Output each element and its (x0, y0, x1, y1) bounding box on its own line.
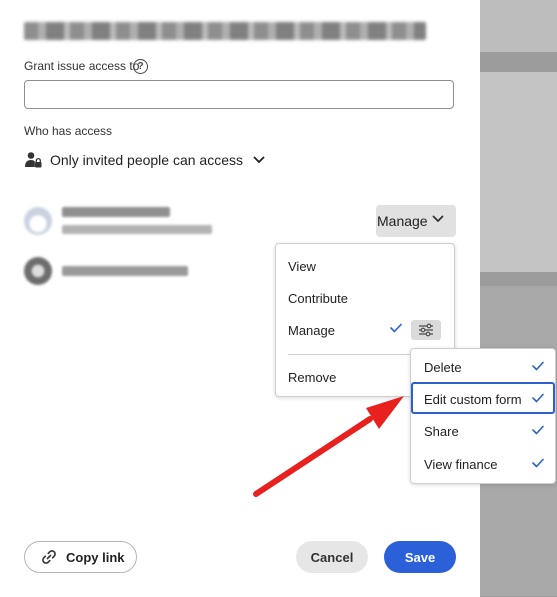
backdrop-panel (480, 72, 557, 272)
role-option-contribute[interactable]: Contribute (288, 291, 348, 306)
checkmark-icon (390, 323, 402, 333)
help-icon[interactable]: ? (133, 59, 148, 74)
access-mode-selector[interactable]: Only invited people can access (24, 150, 265, 170)
chevron-down-icon (253, 156, 265, 163)
checkmark-icon (532, 458, 544, 468)
role-option-manage[interactable]: Manage (288, 323, 335, 338)
grant-access-label: Grant issue access to (24, 59, 140, 73)
grant-access-input[interactable] (24, 80, 454, 109)
who-has-access-label: Who has access (24, 124, 113, 138)
link-icon (42, 550, 56, 564)
checkmark-icon (532, 425, 544, 435)
permission-view-finance[interactable]: View finance (424, 457, 497, 472)
cancel-button[interactable]: Cancel (296, 541, 368, 573)
permission-edit-custom-form[interactable]: Edit custom form (424, 392, 522, 407)
copy-link-button[interactable]: Copy link (24, 541, 137, 573)
person-email-redacted (62, 266, 188, 276)
permission-share[interactable]: Share (424, 424, 459, 439)
role-dropdown-button[interactable]: Manage (376, 205, 456, 237)
save-button[interactable]: Save (384, 541, 456, 573)
person-name-redacted (62, 207, 170, 217)
sliders-icon (419, 323, 433, 337)
person-email-redacted (62, 225, 212, 234)
chevron-down-icon (432, 215, 444, 222)
checkmark-icon (532, 393, 544, 403)
backdrop-panel (480, 0, 557, 52)
dialog-title-redacted (24, 22, 426, 40)
share-dialog: Grant issue access to ? Who has access O… (0, 0, 480, 597)
avatar (24, 257, 52, 285)
copy-link-label: Copy link (66, 549, 125, 565)
permission-delete[interactable]: Delete (424, 360, 462, 375)
lock-person-icon (25, 152, 42, 168)
role-option-view[interactable]: View (288, 259, 316, 274)
permissions-submenu: Delete Edit custom form Share View finan… (410, 348, 556, 484)
access-mode-label: Only invited people can access (50, 152, 243, 168)
custom-permissions-button[interactable] (411, 320, 441, 340)
checkmark-icon (532, 361, 544, 371)
role-dropdown-label: Manage (377, 213, 428, 229)
page-backdrop (480, 0, 557, 597)
role-option-remove[interactable]: Remove (288, 370, 336, 385)
avatar (24, 207, 52, 235)
